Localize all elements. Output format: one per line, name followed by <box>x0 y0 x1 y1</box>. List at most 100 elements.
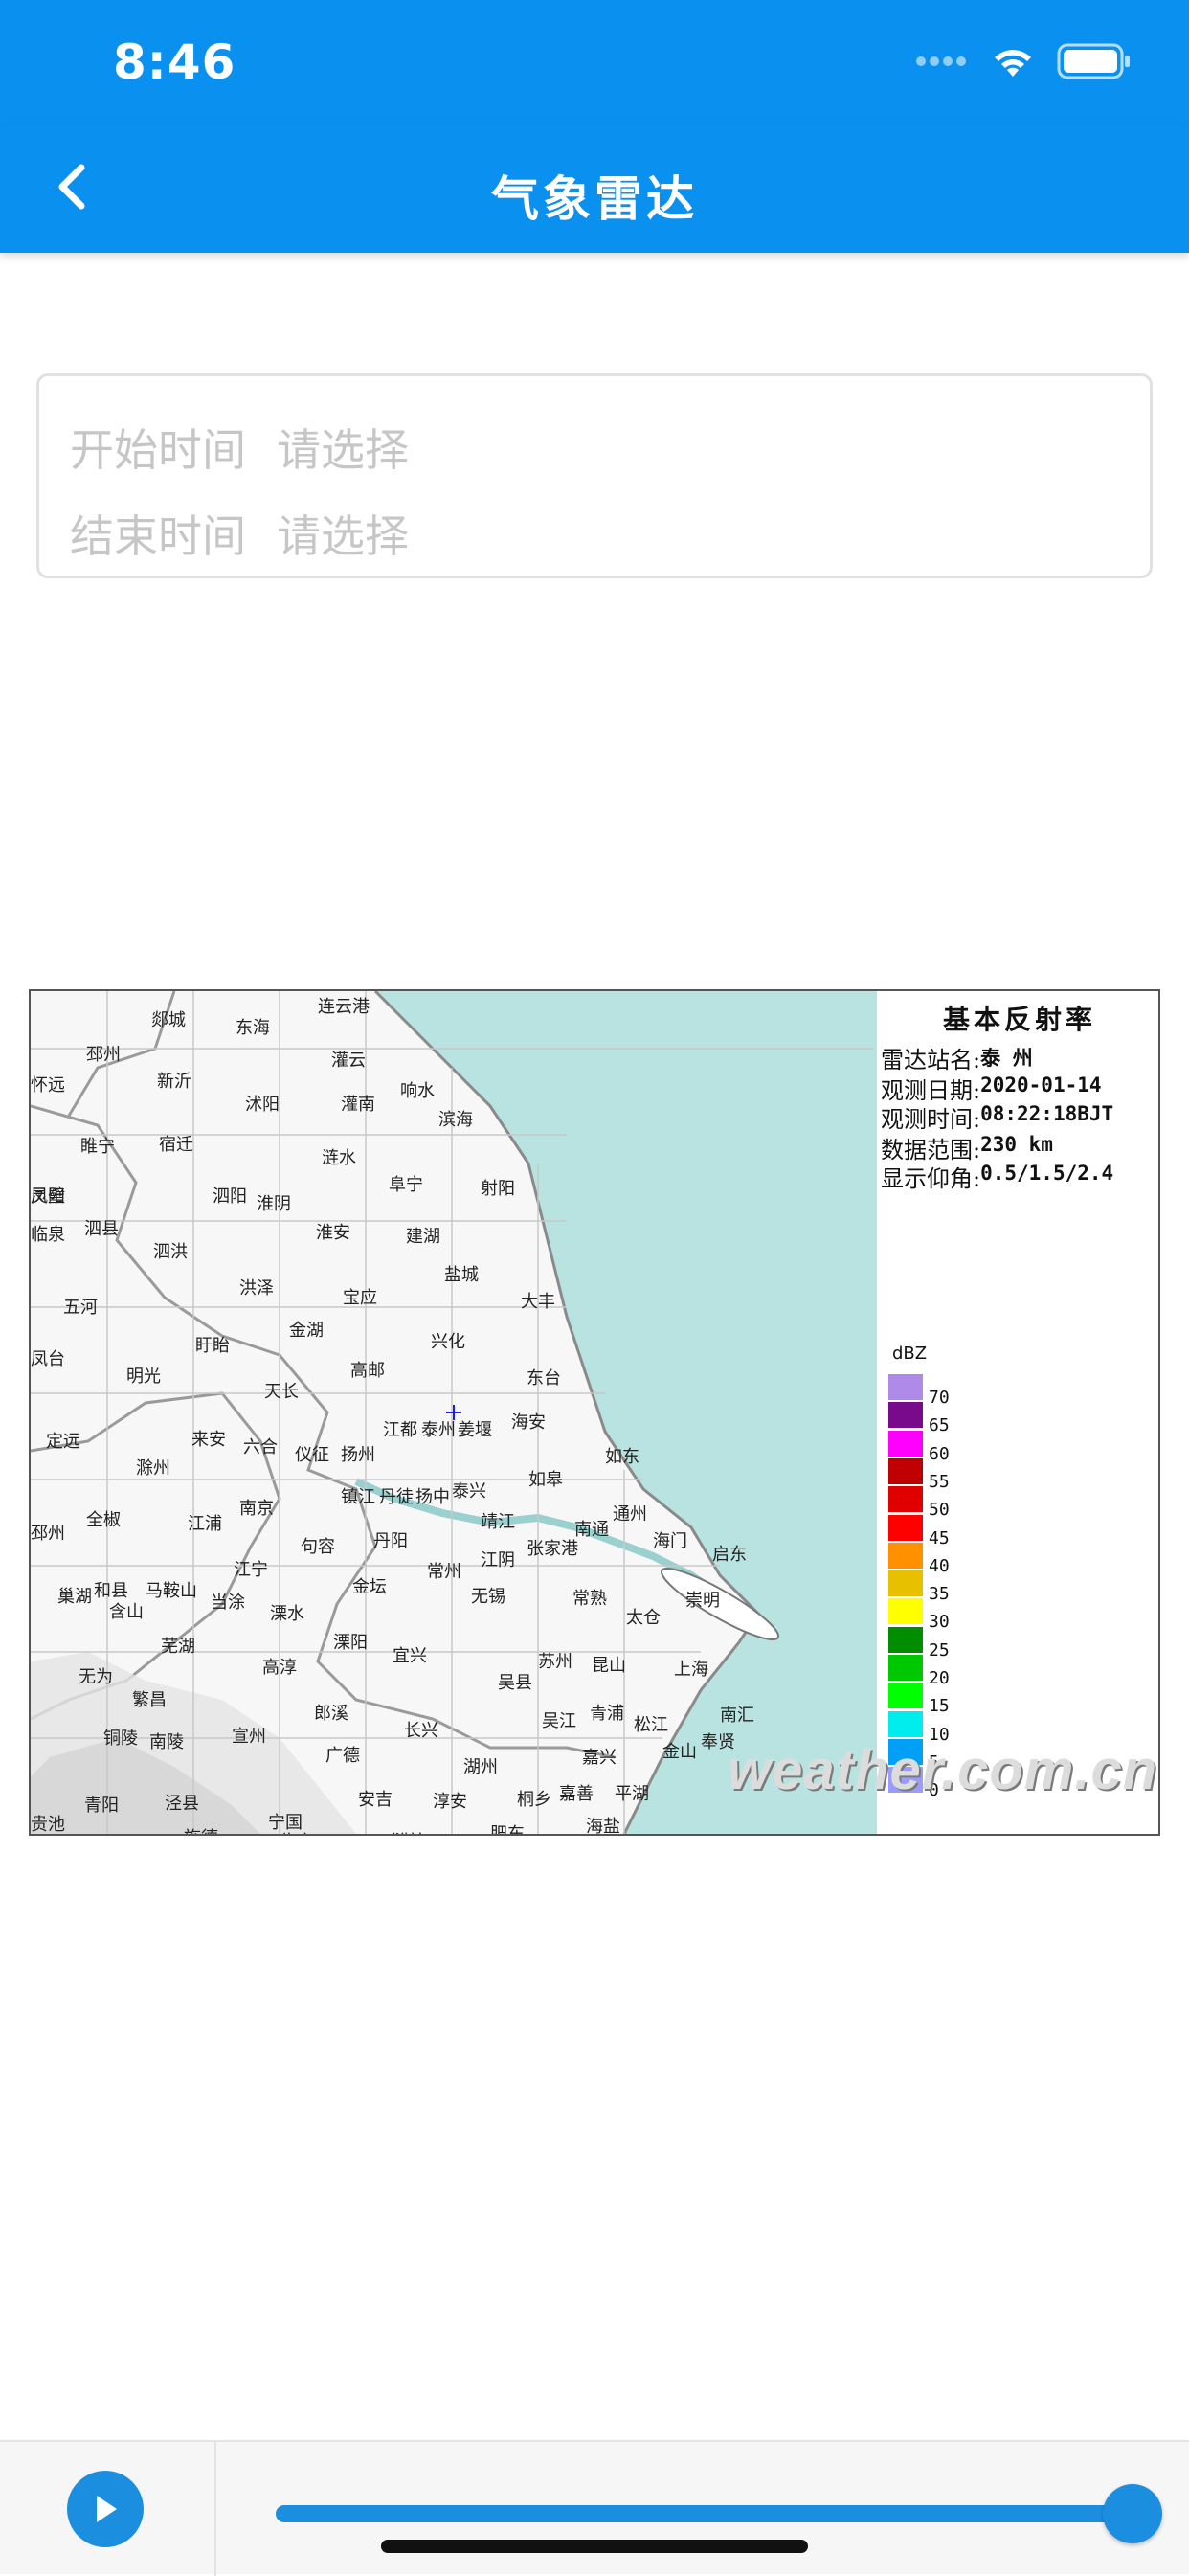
nav-bar: 气象雷达 <box>0 124 1189 253</box>
start-time-label: 开始时间 <box>70 424 246 476</box>
city-label: 江都 <box>383 1420 417 1440</box>
city-label: 定远 <box>46 1432 80 1452</box>
city-label: 淮安 <box>316 1223 350 1243</box>
time-filter: 开始时间 请选择 结束时间 请选择 <box>36 373 1153 578</box>
city-label: 常州 <box>427 1562 461 1582</box>
city-label: 如东 <box>605 1447 639 1467</box>
city-label: 江阴 <box>481 1550 515 1570</box>
city-label: 郯城 <box>151 1010 186 1030</box>
city-label: 南陵 <box>149 1732 184 1752</box>
city-label: 太仓 <box>626 1608 661 1628</box>
battery-icon <box>1057 43 1130 79</box>
city-label: 江浦 <box>188 1514 222 1534</box>
city-label: 连云港 <box>318 997 370 1017</box>
signal-icon <box>916 56 966 66</box>
city-label: 肥东 <box>490 1824 525 1836</box>
city-label: 金湖 <box>289 1321 324 1341</box>
legend-swatch <box>888 1655 923 1681</box>
city-label: 滁州 <box>136 1458 170 1479</box>
city-label: 涟水 <box>322 1148 356 1168</box>
city-label: 溧水 <box>270 1604 304 1624</box>
city-label: 通州 <box>613 1504 647 1525</box>
city-label: 洪泽 <box>239 1278 274 1299</box>
city-label: 青浦 <box>590 1704 624 1724</box>
radar-legend: 基本反射率 雷达站名: 泰 州 观测日期: 2020-01-14 观测时间: 08:2… <box>879 991 1158 1834</box>
city-label: 天长 <box>264 1382 299 1402</box>
legend-label: 55 <box>929 1471 950 1492</box>
legend-label: 25 <box>929 1639 950 1661</box>
city-label: 五河 <box>63 1298 98 1318</box>
end-time-label: 结束时间 <box>70 510 246 562</box>
city-label: 桐乡 <box>517 1790 551 1810</box>
legend-swatch <box>888 1710 923 1737</box>
start-time-row[interactable]: 开始时间 请选择 <box>70 418 409 476</box>
city-label: 海门 <box>653 1531 687 1551</box>
city-label: 东海 <box>236 1018 270 1038</box>
city-label: 广德 <box>325 1746 360 1766</box>
city-label: 江宁 <box>234 1560 268 1580</box>
city-label: 崇明 <box>685 1591 720 1611</box>
city-label: 明光 <box>126 1367 161 1387</box>
city-label: 吴县 <box>498 1673 532 1693</box>
city-label: 灌南 <box>341 1095 375 1115</box>
timeline-slider-track[interactable] <box>276 2505 1137 2522</box>
legend-swatch <box>888 1542 923 1569</box>
city-label: 六合 <box>243 1437 278 1457</box>
legend-label: 50 <box>929 1500 950 1521</box>
info-elevation: 显示仰角: 0.5/1.5/2.4 <box>881 1162 1114 1192</box>
city-label: 长兴 <box>404 1721 438 1741</box>
city-label: 凤台 <box>31 1349 65 1369</box>
play-icon <box>97 2496 117 2522</box>
city-label: 宿迁 <box>159 1135 193 1155</box>
city-label: 泰州 <box>421 1420 456 1440</box>
city-label: 嘉善 <box>559 1784 594 1804</box>
city-label: 建湖 <box>406 1227 440 1247</box>
city-label: 泗洪 <box>153 1242 188 1262</box>
legend-label: 20 <box>929 1668 950 1688</box>
page-title: 气象雷达 <box>491 171 698 227</box>
city-label: 湖州 <box>463 1757 498 1777</box>
status-time: 8:46 <box>113 34 236 90</box>
city-label: 射阳 <box>481 1179 515 1199</box>
city-label: 沭阳 <box>245 1095 280 1115</box>
city-label: 溧阳 <box>333 1633 368 1653</box>
legend-label: 40 <box>929 1555 950 1576</box>
legend-swatch <box>888 1457 923 1484</box>
play-button[interactable] <box>67 2471 144 2547</box>
timeline-slider-thumb[interactable] <box>1103 2484 1162 2543</box>
city-label: 含山 <box>109 1602 144 1622</box>
city-label: 平湖 <box>615 1784 649 1804</box>
city-label: 响水 <box>400 1081 435 1101</box>
legend-swatch <box>888 1430 923 1457</box>
city-label: 泰兴 <box>452 1481 486 1502</box>
city-label: 盱眙 <box>195 1336 230 1356</box>
city-label: 淳安 <box>433 1792 467 1812</box>
city-label: 仪征 <box>295 1445 329 1465</box>
end-time-value[interactable]: 请选择 <box>277 502 409 565</box>
start-time-value[interactable]: 请选择 <box>277 416 409 479</box>
city-label: 淮阴 <box>257 1194 291 1214</box>
city-label: 灵璧 <box>31 1186 65 1207</box>
city-label: 旌德 <box>184 1824 218 1834</box>
city-label: 巢湖 <box>57 1587 92 1607</box>
legend-swatch <box>888 1402 923 1429</box>
legend-label: 35 <box>929 1584 950 1605</box>
city-label: 昆山 <box>592 1656 626 1676</box>
city-label: 阜宁 <box>389 1175 423 1195</box>
legend-swatch <box>888 1626 923 1653</box>
city-label: 无为 <box>79 1667 113 1687</box>
city-label: 海安 <box>511 1412 546 1433</box>
legend-unit: dBZ <box>892 1344 928 1364</box>
city-label: 邳州 <box>86 1045 121 1065</box>
home-indicator <box>381 2540 808 2553</box>
city-label: 灌云 <box>331 1051 366 1071</box>
end-time-row[interactable]: 结束时间 请选择 <box>70 505 409 562</box>
legend-swatch <box>888 1683 923 1709</box>
city-label: 马鞍山 <box>146 1581 197 1601</box>
divider <box>214 2442 216 2576</box>
city-label: 上海 <box>674 1660 708 1680</box>
city-label: 启东 <box>712 1545 747 1565</box>
city-label: 如皋 <box>528 1470 563 1490</box>
city-label: 苏州 <box>538 1652 572 1672</box>
city-label: 宜兴 <box>393 1646 427 1666</box>
